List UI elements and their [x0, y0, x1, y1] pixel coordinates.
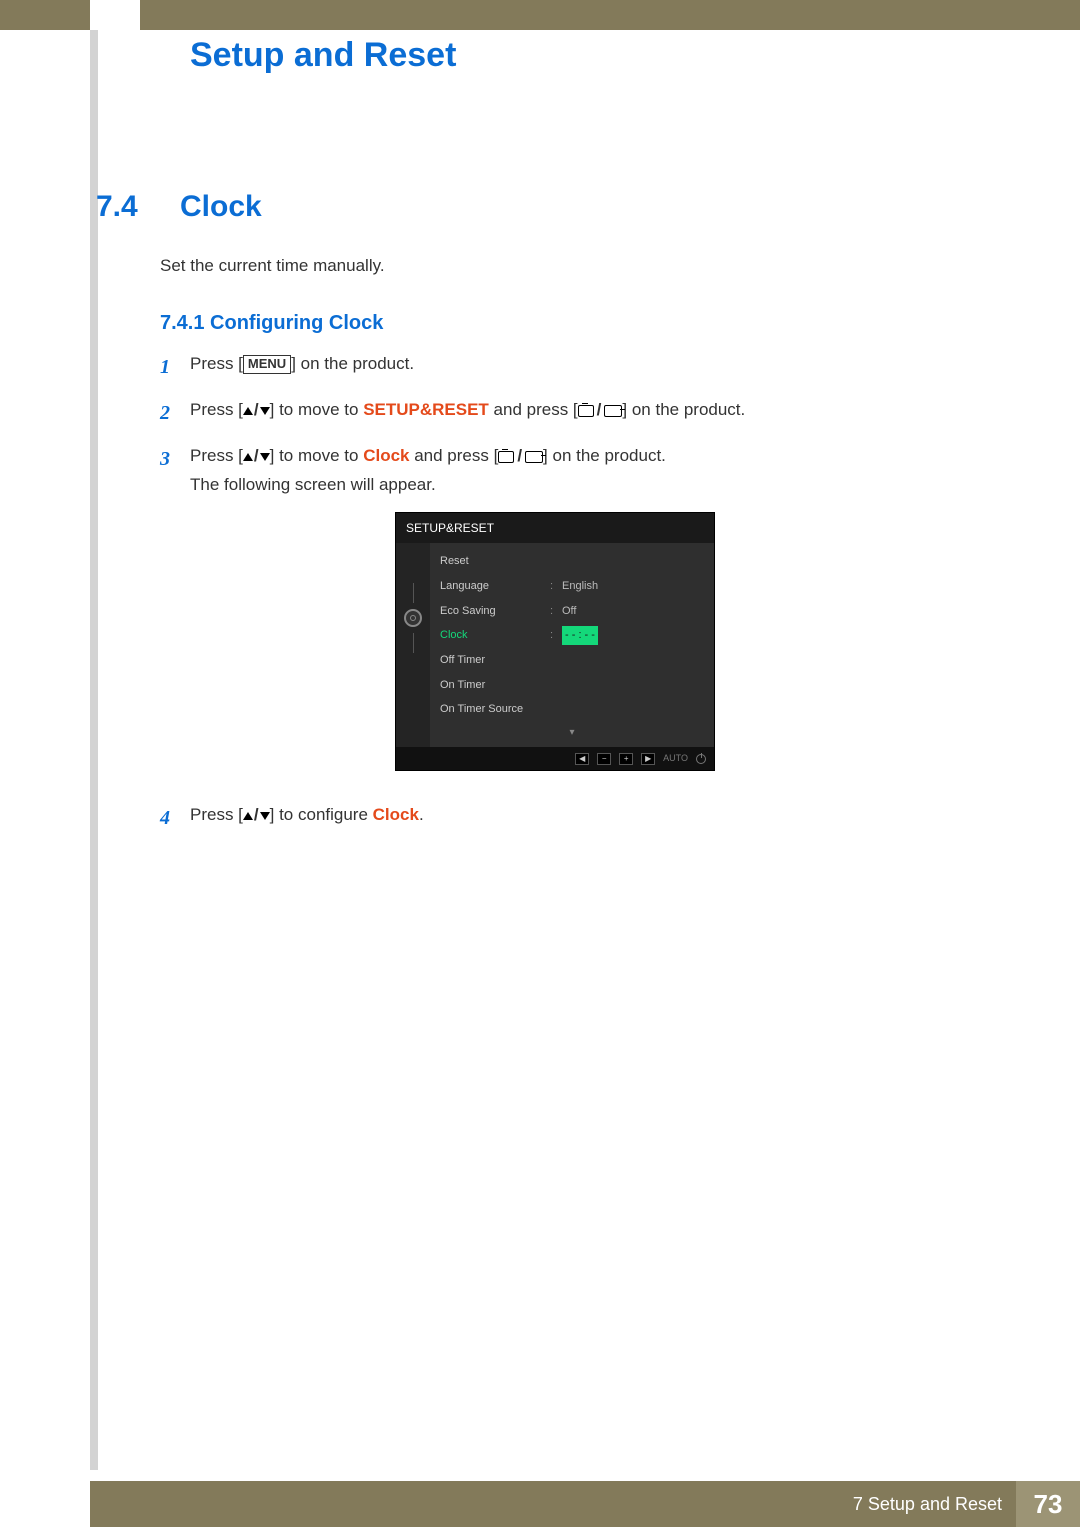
intro-text: Set the current time manually. [160, 256, 385, 276]
power-icon [696, 754, 706, 764]
step-text: ] to move to [270, 446, 364, 465]
step-text: ] on the product. [291, 354, 414, 373]
osd-row-language: Language:English [440, 574, 704, 599]
up-down-icon: / [243, 442, 270, 471]
nav-right-icon: ▶ [641, 753, 655, 765]
nav-left-icon: ◀ [575, 753, 589, 765]
footer-bar: 7 Setup and Reset 73 [90, 1481, 1080, 1527]
page-number: 73 [1016, 1481, 1080, 1527]
chevron-down-icon: ▾ [440, 722, 704, 743]
section-title: Clock [180, 190, 262, 224]
step-1: 1 Press [MENU] on the product. [160, 350, 920, 384]
target-text: Clock [363, 446, 409, 465]
source-enter-icon: / [498, 442, 543, 471]
plus-icon: + [619, 753, 633, 765]
step-number: 2 [160, 396, 190, 430]
section-heading: 7.4 Clock [96, 190, 262, 224]
osd-footer: ◀ − + ▶ AUTO [396, 747, 714, 770]
osd-sidebar [396, 543, 430, 747]
step-2: 2 Press [/] to move to SETUP&RESET and p… [160, 396, 920, 430]
step-text: and press [ [409, 446, 498, 465]
step-text: Press [ [190, 446, 243, 465]
up-down-icon: / [243, 396, 270, 425]
header-bar [0, 0, 1080, 30]
osd-title: SETUP&RESET [396, 513, 714, 543]
subsection-heading: 7.4.1 Configuring Clock [160, 312, 383, 335]
step-text: ] to move to [270, 400, 364, 419]
osd-screenshot: SETUP&RESET Reset Language:English Eco S… [395, 512, 715, 772]
osd-row-reset: Reset [440, 549, 704, 574]
step-number: 1 [160, 350, 190, 384]
step-text: ] on the product. [543, 446, 666, 465]
osd-row-clock: Clock:- - : - - [440, 623, 704, 648]
section-number: 7.4 [96, 190, 146, 224]
minus-icon: − [597, 753, 611, 765]
osd-row-offtimer: Off Timer [440, 648, 704, 673]
osd-row-eco: Eco Saving:Off [440, 599, 704, 624]
up-down-icon: / [243, 801, 270, 830]
step-text: Press [ [190, 805, 243, 824]
osd-row-ontimersrc: On Timer Source [440, 697, 704, 722]
target-text: SETUP&RESET [363, 400, 489, 419]
step-4: 4 Press [/] to configure Clock. [160, 801, 920, 835]
footer-chapter-label: 7 Setup and Reset [853, 1494, 1002, 1515]
chapter-title: Setup and Reset [190, 36, 456, 75]
step-text: ] to configure [270, 805, 373, 824]
auto-label: AUTO [663, 751, 688, 766]
header-tab [90, 0, 140, 30]
step-text: Press [ [190, 400, 243, 419]
step-text: and press [ [489, 400, 578, 419]
step-text: ] on the product. [622, 400, 745, 419]
step-3: 3 Press [/] to move to Clock and press [… [160, 442, 920, 789]
menu-button-label: MENU [243, 355, 291, 374]
osd-row-ontimer: On Timer [440, 673, 704, 698]
left-stripe [90, 30, 98, 1470]
step-number: 3 [160, 442, 190, 789]
source-enter-icon: / [578, 396, 623, 425]
step-number: 4 [160, 801, 190, 835]
step-text: . [419, 805, 424, 824]
osd-menu-list: Reset Language:English Eco Saving:Off Cl… [430, 543, 714, 747]
step-text: The following screen will appear. [190, 475, 436, 494]
gear-icon [404, 609, 422, 627]
target-text: Clock [373, 805, 419, 824]
step-text: Press [ [190, 354, 243, 373]
steps-list: 1 Press [MENU] on the product. 2 Press [… [160, 350, 920, 847]
